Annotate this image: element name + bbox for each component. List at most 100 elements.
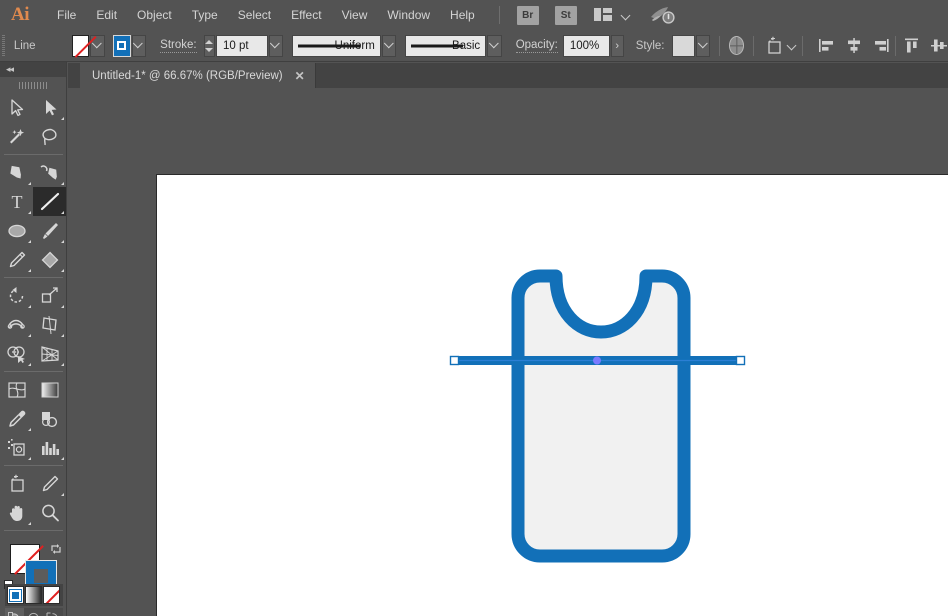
stroke-chevron-down-icon[interactable] xyxy=(132,35,147,57)
perspective-grid-tool[interactable] xyxy=(33,339,66,368)
document-tab[interactable]: Untitled-1* @ 66.67% (RGB/Preview) ✕ xyxy=(80,63,316,88)
tool-flyout-indicator xyxy=(28,334,31,337)
align-vertical-center-icon[interactable] xyxy=(930,37,948,54)
gradient-mode-button[interactable] xyxy=(25,586,42,604)
menu-item-file[interactable]: File xyxy=(47,0,86,30)
profile-chevron-down-icon[interactable] xyxy=(382,35,397,57)
type-tool[interactable]: T xyxy=(0,187,33,216)
menu-item-window[interactable]: Window xyxy=(377,0,440,30)
blend-tool[interactable] xyxy=(33,404,66,433)
color-mode-button[interactable] xyxy=(7,586,24,604)
panel-grip-icon[interactable] xyxy=(0,77,66,93)
paintbrush-tool[interactable] xyxy=(33,216,66,245)
stroke-weight-label[interactable]: Stroke: xyxy=(160,39,196,53)
stroke-weight-input[interactable]: 10 pt xyxy=(216,35,268,57)
tool-divider xyxy=(4,530,63,531)
workspace-switcher-icon[interactable] xyxy=(649,4,675,26)
tool-flyout-indicator xyxy=(61,240,64,243)
selection-type-label: Line xyxy=(14,40,62,52)
menu-item-type[interactable]: Type xyxy=(182,0,228,30)
line-segment-tool[interactable] xyxy=(33,187,66,216)
color-mode-buttons xyxy=(5,584,63,606)
none-mode-button[interactable] xyxy=(43,586,60,604)
slice-tool[interactable] xyxy=(33,469,66,498)
ellipse-tool[interactable] xyxy=(0,216,33,245)
artwork-layer xyxy=(68,88,948,616)
recolor-artwork-icon[interactable] xyxy=(729,36,744,55)
rotate-tool[interactable] xyxy=(0,281,33,310)
tool-flyout-indicator xyxy=(61,182,64,185)
width-tool[interactable] xyxy=(0,310,33,339)
menu-item-object[interactable]: Object xyxy=(127,0,182,30)
tool-flyout-indicator xyxy=(28,305,31,308)
control-bar-divider-4 xyxy=(895,36,896,56)
stroke-color-swatch[interactable] xyxy=(113,35,131,57)
graphic-style-swatch[interactable] xyxy=(672,35,694,57)
lasso-tool[interactable] xyxy=(33,122,66,151)
scale-tool[interactable] xyxy=(33,281,66,310)
mesh-tool[interactable] xyxy=(0,375,33,404)
magic-wand-tool[interactable] xyxy=(0,122,33,151)
hand-tool[interactable] xyxy=(0,498,33,527)
menubar-right-tools: Br St xyxy=(510,0,675,30)
tool-flyout-indicator xyxy=(61,493,64,496)
zoom-tool[interactable] xyxy=(33,498,66,527)
align-right-icon[interactable] xyxy=(872,37,890,54)
control-bar-divider-2 xyxy=(753,36,754,56)
align-top-icon[interactable] xyxy=(903,37,921,54)
eraser-tool[interactable] xyxy=(33,245,66,274)
double-chevron-left-icon[interactable]: ◂◂ xyxy=(6,64,13,75)
eyedropper-tool[interactable] xyxy=(0,404,33,433)
brush-chevron-down-icon[interactable] xyxy=(487,35,502,57)
arrange-documents-icon[interactable] xyxy=(594,5,614,25)
brush-definition-value: Basic xyxy=(452,40,480,52)
document-tab-title: Untitled-1* @ 66.67% (RGB/Preview) xyxy=(92,70,283,82)
draw-behind-button[interactable] xyxy=(24,608,43,616)
anchor-point-right xyxy=(737,357,745,365)
pencil-tool[interactable] xyxy=(0,245,33,274)
chevron-down-icon[interactable] xyxy=(620,9,633,22)
bridge-button[interactable]: Br xyxy=(517,6,539,25)
opacity-label[interactable]: Opacity: xyxy=(516,39,558,53)
pen-tool[interactable] xyxy=(0,158,33,187)
center-point-marker xyxy=(593,357,601,365)
tool-flyout-indicator xyxy=(61,363,64,366)
tool-flyout-indicator xyxy=(28,269,31,272)
selection-tool[interactable] xyxy=(0,93,33,122)
close-icon[interactable]: ✕ xyxy=(295,69,305,83)
menu-item-view[interactable]: View xyxy=(332,0,378,30)
swap-fill-stroke-icon[interactable] xyxy=(49,542,63,556)
free-transform-tool[interactable] xyxy=(33,310,66,339)
symbol-sprayer-tool[interactable] xyxy=(0,433,33,462)
style-chevron-down-icon[interactable] xyxy=(696,35,711,57)
opacity-more-button[interactable]: › xyxy=(611,35,624,57)
tool-flyout-indicator xyxy=(61,457,64,460)
opacity-input[interactable]: 100% xyxy=(563,35,610,57)
align-left-icon[interactable] xyxy=(818,37,836,54)
tools-panel-header[interactable]: ◂◂ xyxy=(0,62,66,77)
shape-builder-tool[interactable] xyxy=(0,339,33,368)
menu-item-select[interactable]: Select xyxy=(228,0,281,30)
fill-none-swatch[interactable] xyxy=(72,35,90,57)
menu-item-help[interactable]: Help xyxy=(440,0,485,30)
stroke-weight-chevron-down-icon[interactable] xyxy=(269,35,284,57)
column-graph-tool[interactable] xyxy=(33,433,66,462)
draw-inside-button[interactable] xyxy=(43,608,62,616)
canvas-work-area[interactable] xyxy=(68,88,948,616)
control-bar-grip[interactable] xyxy=(0,30,8,62)
curvature-tool[interactable] xyxy=(33,158,66,187)
transform-object-icon[interactable] xyxy=(765,36,785,56)
menu-item-effect[interactable]: Effect xyxy=(281,0,331,30)
direct-selection-tool[interactable] xyxy=(33,93,66,122)
gradient-tool[interactable] xyxy=(33,375,66,404)
artboard-tool[interactable] xyxy=(0,469,33,498)
draw-normal-button[interactable] xyxy=(5,608,24,616)
control-bar: Line Stroke: 10 pt Uniform Basic Opacity… xyxy=(0,30,948,62)
brush-definition-select[interactable]: Basic xyxy=(405,35,486,57)
align-horizontal-center-icon[interactable] xyxy=(845,37,863,54)
stock-button[interactable]: St xyxy=(555,6,577,25)
transform-chevron-down-icon[interactable] xyxy=(786,39,796,52)
menu-item-edit[interactable]: Edit xyxy=(86,0,127,30)
stroke-profile-select[interactable]: Uniform xyxy=(292,35,381,57)
stroke-weight-stepper[interactable] xyxy=(204,35,215,57)
